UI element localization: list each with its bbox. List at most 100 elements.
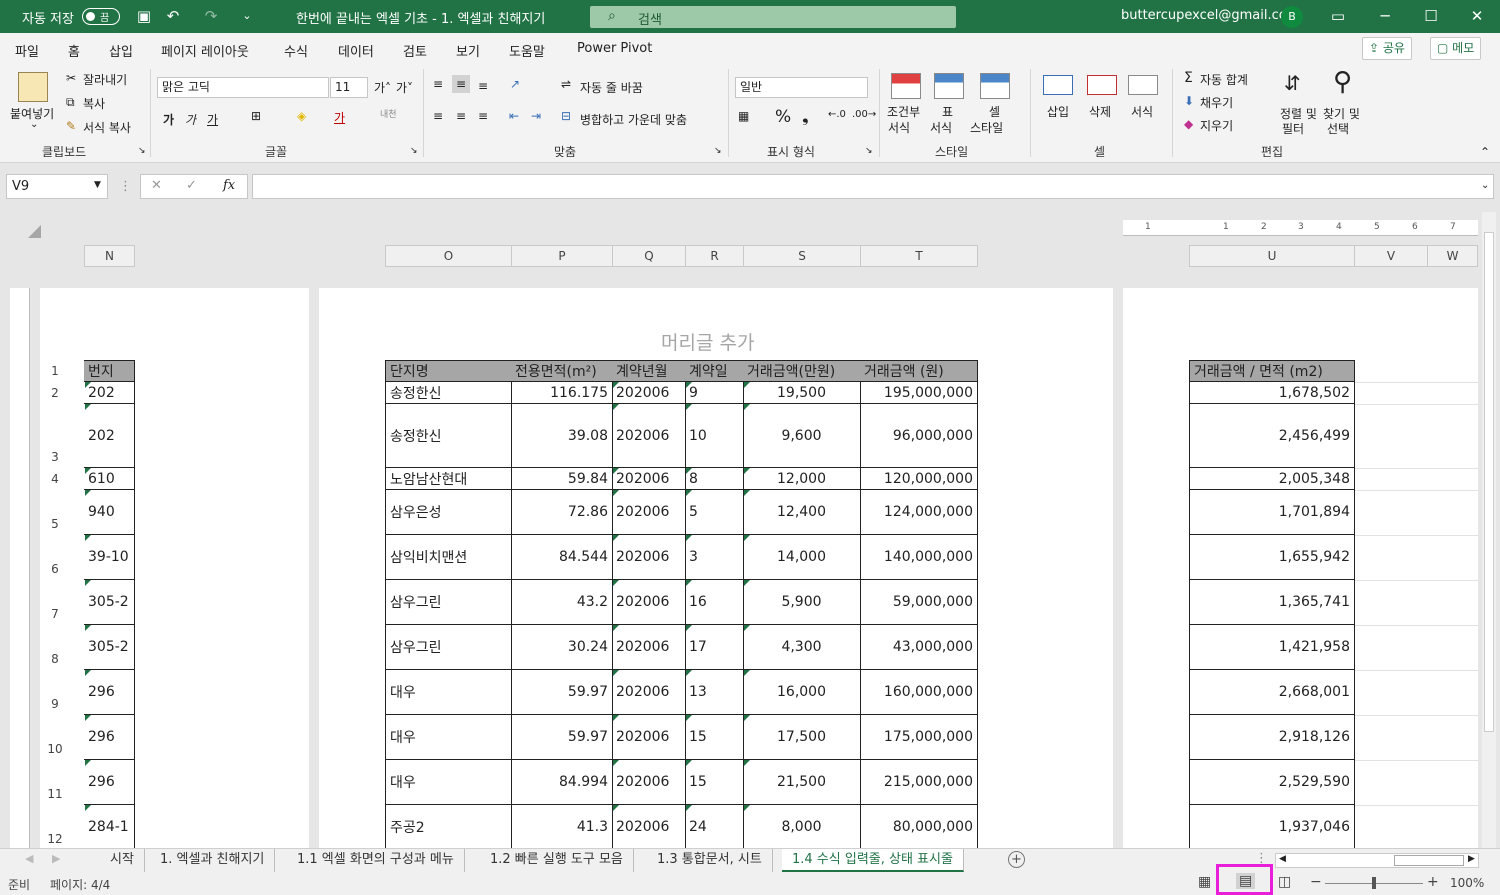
cell-man[interactable]: 16,000 [743,670,861,715]
borders-icon[interactable]: ⊞ [251,109,261,123]
conditional-format-icon[interactable] [891,73,921,99]
table-header-cell[interactable]: 전용면적(m²) [511,360,613,382]
cell-name[interactable]: 대우 [385,715,512,760]
insert-function-icon[interactable]: fx [223,178,235,193]
cell-u[interactable]: 2,918,126 [1189,715,1355,760]
table-header-cell[interactable]: 계약일 [685,360,744,382]
cell-area[interactable]: 59.84 [511,468,613,490]
cell-n[interactable]: 284-1 [84,805,135,848]
page-break-view-icon[interactable]: ◫ [1278,874,1291,890]
cell-man[interactable]: 12,400 [743,490,861,535]
number-launcher-icon[interactable]: ↘ [865,146,873,156]
wrap-text-button[interactable]: 자동 줄 바꿈 [580,79,643,96]
cell-n[interactable]: 296 [84,670,135,715]
table-header-cell[interactable]: 거래금액 (원) [860,360,978,382]
cell-name[interactable]: 삼우그린 [385,625,512,670]
tab-start[interactable]: 시작 [100,849,145,872]
cell-area[interactable]: 72.86 [511,490,613,535]
cell-day[interactable]: 9 [685,382,744,404]
cell-u[interactable]: 2,668,001 [1189,670,1355,715]
cell-ym[interactable]: 202006 [612,404,686,468]
column-header-r[interactable]: R [685,245,744,267]
grow-font-icon[interactable]: 가˄ [374,79,391,96]
align-top-icon[interactable]: ≡ [433,77,443,91]
vertical-scroll-thumb[interactable] [1484,232,1494,732]
cell-n[interactable]: 940 [84,490,135,535]
cell-day[interactable]: 24 [685,805,744,848]
row-header[interactable]: 7 [40,607,70,623]
enter-icon[interactable]: ✓ [186,178,197,193]
avatar[interactable]: B [1281,6,1303,28]
number-format-combo[interactable]: 일반 [735,77,868,98]
shrink-font-icon[interactable]: 가˅ [396,79,413,96]
percent-icon[interactable]: % [775,107,791,127]
cell-u[interactable]: 2,529,590 [1189,760,1355,805]
cell-area[interactable]: 30.24 [511,625,613,670]
orientation-icon[interactable]: ↗ [510,77,520,91]
cell-man[interactable]: 5,900 [743,580,861,625]
cell-ym[interactable]: 202006 [612,580,686,625]
font-launcher-icon[interactable]: ↘ [410,146,418,156]
tab-1-3[interactable]: 1.3 통합문서, 시트 [647,849,773,872]
cell-name[interactable]: 대우 [385,760,512,805]
conditional-format-label[interactable]: 조건부 [887,103,920,120]
cell-name[interactable]: 삼익비치맨션 [385,535,512,580]
column-header-o[interactable]: O [385,245,512,267]
menu-file[interactable]: 파일 [15,41,39,60]
comma-style-icon[interactable]: ❟ [802,107,809,127]
cell-man[interactable]: 8,000 [743,805,861,848]
zoom-slider-thumb[interactable] [1372,877,1376,889]
increase-indent-icon[interactable]: ⇥ [531,109,541,123]
align-left-icon[interactable]: ≡ [433,109,443,123]
cell-name[interactable]: 대우 [385,670,512,715]
scroll-left-icon[interactable]: ◀ [1279,854,1286,864]
cell-won[interactable]: 96,000,000 [860,404,978,468]
table-header-cell[interactable]: 거래금액(만원) [743,360,861,382]
formula-input[interactable] [252,174,1494,199]
cell-name[interactable]: 삼우은성 [385,490,512,535]
maximize-icon[interactable]: ☐ [1420,6,1442,26]
zoom-level[interactable]: 100% [1450,876,1484,890]
menu-review[interactable]: 검토 [403,41,427,60]
row-header[interactable]: 9 [40,697,70,713]
cell-man[interactable]: 21,500 [743,760,861,805]
zoom-in-icon[interactable]: + [1427,874,1439,890]
cell-n[interactable]: 296 [84,760,135,805]
column-header-u[interactable]: U [1189,245,1355,267]
cell-day[interactable]: 16 [685,580,744,625]
font-name-combo[interactable]: 맑은 고딕 [157,77,329,98]
menu-page-layout[interactable]: 페이지 레이아웃 [161,41,249,60]
cell-man[interactable]: 17,500 [743,715,861,760]
cell-n[interactable]: 610 [84,468,135,490]
copy-button[interactable]: 복사 [83,95,105,112]
page-layout-view-icon[interactable]: ▤ [1236,873,1256,889]
cell-u[interactable]: 2,456,499 [1189,404,1355,468]
cell-won[interactable]: 160,000,000 [860,670,978,715]
row-header[interactable]: 6 [40,562,70,578]
format-as-table-icon[interactable] [934,73,964,99]
menu-power-pivot[interactable]: Power Pivot [577,41,652,56]
expand-formula-icon[interactable]: ⌄ [1481,180,1489,191]
save-icon[interactable]: ▣ [133,6,155,26]
cell-n[interactable]: 305-2 [84,580,135,625]
tab-scroll-right-icon[interactable]: ▶ [52,852,60,865]
cell-man[interactable]: 4,300 [743,625,861,670]
align-right-icon[interactable]: ≡ [478,109,488,123]
format-as-table-label[interactable]: 표 [942,103,953,120]
cell-u[interactable]: 1,421,958 [1189,625,1355,670]
underline-button[interactable]: 가 [207,111,218,128]
select-all-icon[interactable] [28,225,41,238]
comments-button[interactable]: ▢ 메모 [1430,37,1482,60]
bold-button[interactable]: 가 [163,111,174,128]
cell-day[interactable]: 8 [685,468,744,490]
align-center-icon[interactable]: ≡ [456,109,466,123]
table-header-cell[interactable]: 단지명 [385,360,512,382]
cell-man[interactable]: 19,500 [743,382,861,404]
header-placeholder[interactable]: 머리글 추가 [661,328,754,355]
cell-area[interactable]: 59.97 [511,670,613,715]
column-header-n[interactable]: N [84,245,135,267]
tab-intro[interactable]: 1. 엑셀과 친해지기 [150,849,276,872]
column-header-v[interactable]: V [1354,245,1428,267]
name-box-dropdown-icon[interactable]: ▼ [94,180,101,190]
cell-name[interactable]: 송정한신 [385,382,512,404]
